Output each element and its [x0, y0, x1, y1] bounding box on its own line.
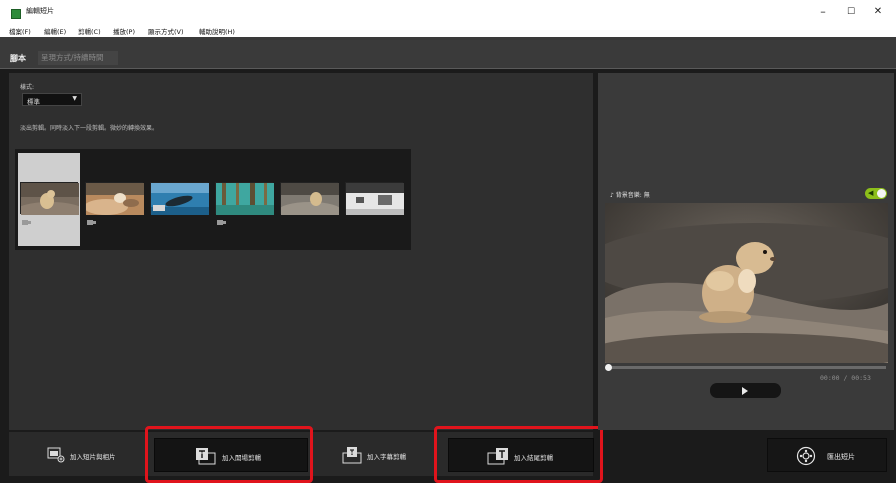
- preview-panel: ♪ 背景音樂: 無 ◀ 00:00 / 00:53: [598, 73, 894, 430]
- clip-thumbnail[interactable]: [84, 182, 144, 215]
- clip-thumbnail[interactable]: [16, 182, 84, 220]
- title-bar: 編輯短片 – ☐ ✕: [0, 0, 896, 24]
- play-icon: [742, 387, 748, 395]
- video-clip-icon: [86, 219, 96, 226]
- menu-playback[interactable]: 播放(P): [113, 26, 135, 36]
- clip-thumbnail[interactable]: [345, 182, 404, 215]
- export-movie-label: 匯出短片: [827, 453, 855, 461]
- transition-description: 淡出剪輯。同時淡入下一段剪輯。微妙的轉換效果。: [20, 125, 159, 132]
- clip-thumbnail[interactable]: [150, 182, 209, 215]
- tab-divider: [0, 68, 896, 69]
- export-movie-button[interactable]: 匯出短片: [767, 438, 887, 472]
- tab-duration[interactable]: 呈現方式/持續時間: [38, 51, 118, 65]
- toggle-knob: [877, 189, 886, 198]
- script-panel: 樣式: 標準 ▼ 淡出剪輯。同時淡入下一段剪輯。微妙的轉換效果。: [9, 73, 593, 430]
- tab-script[interactable]: 腳本: [10, 53, 26, 64]
- speaker-icon: ◀: [868, 189, 874, 197]
- menu-edit[interactable]: 編輯(E): [44, 26, 66, 36]
- bgm-row: ♪ 背景音樂: 無: [610, 190, 650, 199]
- add-clips-photos-button[interactable]: 加入短片與相片: [17, 438, 147, 472]
- chevron-down-icon: ▼: [72, 95, 77, 102]
- add-caption-label: 加入字幕剪輯: [367, 453, 406, 461]
- window-title: 編輯短片: [26, 7, 54, 15]
- seek-handle[interactable]: [605, 364, 612, 371]
- editor-window: 腳本 呈現方式/持續時間 樣式: 標準 ▼ 淡出剪輯。同時淡入下一段剪輯。微妙的…: [0, 37, 896, 483]
- highlight-frame: [434, 426, 603, 483]
- playback-time: 00:00 / 00:53: [820, 374, 871, 382]
- menu-clip[interactable]: 剪輯(C): [78, 26, 101, 36]
- bgm-toggle[interactable]: ◀: [865, 188, 887, 199]
- menu-bar: 檔案(F) 編輯(E) 剪輯(C) 播放(P) 顯示方式(V) 輔助說明(H): [0, 24, 896, 37]
- style-value: 標準: [27, 98, 40, 106]
- video-preview: [605, 203, 888, 363]
- maximize-button[interactable]: ☐: [840, 4, 862, 20]
- minimize-button[interactable]: –: [812, 4, 834, 20]
- play-button[interactable]: [710, 383, 781, 398]
- app-icon: [11, 9, 21, 19]
- close-button[interactable]: ✕: [867, 4, 889, 20]
- highlight-frame: [145, 426, 313, 483]
- add-media-icon: [47, 447, 65, 463]
- storyboard: [15, 149, 411, 250]
- export-film-icon: [796, 446, 816, 466]
- style-dropdown[interactable]: 標準 ▼: [22, 93, 82, 106]
- style-label: 樣式:: [20, 84, 35, 91]
- video-clip-icon: [21, 219, 31, 226]
- menu-file[interactable]: 檔案(F): [9, 26, 31, 36]
- bgm-label: 背景音樂: 無: [615, 192, 650, 199]
- menu-help[interactable]: 輔助說明(H): [199, 26, 235, 36]
- tab-strip: 腳本 呈現方式/持續時間: [0, 37, 896, 68]
- clip-thumbnail[interactable]: [215, 182, 274, 215]
- add-clips-photos-label: 加入短片與相片: [70, 453, 116, 461]
- caption-icon: [342, 447, 362, 464]
- music-note-icon: ♪: [610, 192, 614, 199]
- video-clip-icon: [216, 219, 226, 226]
- clip-thumbnail[interactable]: [278, 182, 342, 220]
- menu-view[interactable]: 顯示方式(V): [148, 26, 184, 36]
- seek-bar[interactable]: [607, 366, 886, 369]
- add-caption-button[interactable]: 加入字幕剪輯: [314, 438, 444, 472]
